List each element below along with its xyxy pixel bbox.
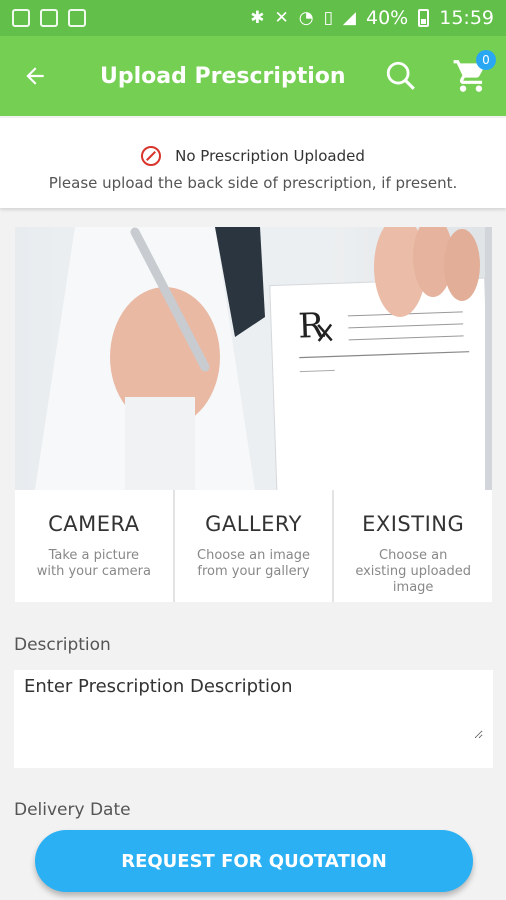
cart-button[interactable]: 0 <box>436 36 506 116</box>
option-subtitle: Choose an image from your gallery <box>197 548 310 579</box>
mail-icon <box>68 9 86 27</box>
option-title: GALLERY <box>205 512 302 536</box>
notification-icons <box>12 9 86 27</box>
clock: 15:59 <box>439 7 494 29</box>
svg-text:R: R <box>297 306 325 347</box>
search-button[interactable] <box>366 36 436 116</box>
page-title: Upload Prescription <box>100 63 346 89</box>
app-bar: Upload Prescription 0 <box>0 36 506 116</box>
camera-option[interactable]: CAMERA Take a picture with your camera <box>15 490 173 602</box>
status-bar: ✱ ✕ ◔ ▯ ◢ 40% 15:59 <box>0 0 506 36</box>
cart-count-badge: 0 <box>476 50 496 70</box>
signal-icon: ◢ <box>342 8 356 28</box>
bluetooth-icon: ✱ <box>250 8 265 28</box>
upload-options: CAMERA Take a picture with your camera G… <box>15 490 493 602</box>
gallery-option[interactable]: GALLERY Choose an image from your galler… <box>174 490 333 602</box>
back-button[interactable] <box>0 36 70 116</box>
prohibited-icon <box>141 146 162 166</box>
arrow-left-icon <box>26 67 44 85</box>
sim-icon: ▯ <box>323 8 333 28</box>
wifi-icon: ◔ <box>298 8 314 28</box>
option-title: CAMERA <box>48 512 140 536</box>
description-box <box>14 670 493 768</box>
search-icon <box>386 61 415 90</box>
battery-percent: 40% <box>366 7 409 29</box>
battery-icon <box>418 9 430 27</box>
mute-icon: ✕ <box>274 8 289 28</box>
option-title: EXISTING <box>362 512 465 536</box>
delivery-date-label: Delivery Date <box>14 800 131 820</box>
request-quotation-button[interactable]: REQUEST FOR QUOTATION <box>35 830 473 892</box>
image-icon <box>40 9 58 27</box>
option-subtitle: Choose an existing uploaded image <box>355 548 472 595</box>
description-input[interactable] <box>24 676 483 739</box>
upload-status-banner: No Prescription Uploaded Please upload t… <box>0 118 506 208</box>
description-label: Description <box>14 635 111 655</box>
existing-option[interactable]: EXISTING Choose an existing uploaded ima… <box>334 490 493 602</box>
status-message: Please upload the back side of prescript… <box>48 174 458 192</box>
prescription-illustration: R <box>15 227 492 490</box>
option-subtitle: Take a picture with your camera <box>36 548 151 579</box>
status-title: No Prescription Uploaded <box>175 147 365 165</box>
edit-icon <box>12 9 30 27</box>
